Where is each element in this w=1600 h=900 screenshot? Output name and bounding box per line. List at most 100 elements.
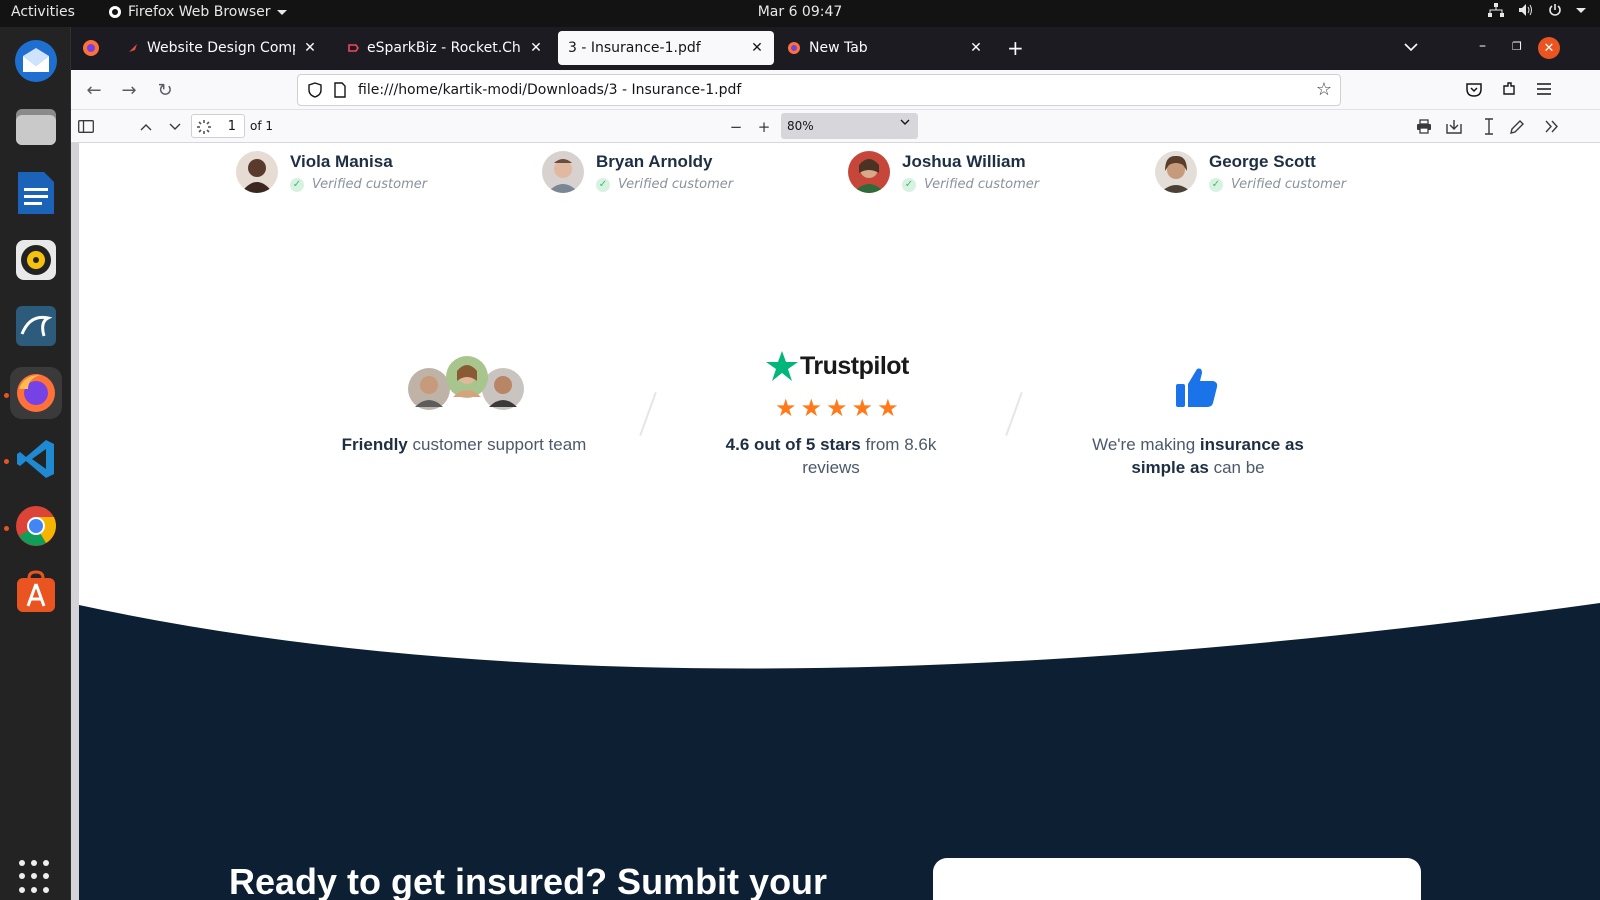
pdf-toolbar: 1 of 1 − + 80% bbox=[71, 110, 1600, 143]
star-icon: ★ bbox=[877, 394, 899, 422]
dock-chrome[interactable] bbox=[10, 500, 62, 552]
tab-website-design[interactable]: Website Design Company ✕ bbox=[117, 31, 327, 65]
close-tab-icon[interactable]: ✕ bbox=[303, 40, 317, 56]
customer-name: George Scott bbox=[1209, 152, 1316, 171]
activities-button[interactable]: Activities bbox=[11, 4, 75, 20]
trustpilot-wordmark: Trustpilot bbox=[800, 352, 909, 380]
power-icon bbox=[1549, 4, 1561, 16]
verified-label: Verified customer bbox=[618, 177, 734, 192]
cta-heading: Ready to get insured? Sumbit your bbox=[229, 861, 828, 900]
check-icon: ✓ bbox=[596, 177, 610, 192]
star-icon: ★ bbox=[851, 394, 874, 422]
verified-label: Verified customer bbox=[924, 177, 1040, 192]
avatar bbox=[848, 151, 890, 193]
rhythmbox-icon bbox=[16, 240, 56, 280]
firefox-view-icon[interactable] bbox=[82, 39, 100, 57]
navigation-toolbar: ← → ↻ file:///home/kartik-modi/Downloads… bbox=[71, 70, 1600, 110]
zoom-out-button[interactable]: − bbox=[725, 116, 747, 138]
reload-button[interactable]: ↻ bbox=[153, 78, 177, 102]
feature-support-text: customer support team bbox=[407, 435, 587, 454]
support-team-avatars bbox=[408, 356, 524, 410]
files-icon bbox=[16, 109, 56, 145]
volume-icon bbox=[1519, 4, 1532, 16]
window-close-button[interactable]: ✕ bbox=[1538, 37, 1560, 59]
writer-icon bbox=[18, 172, 54, 214]
shield-icon[interactable] bbox=[308, 82, 322, 98]
tab-label: Website Design Company bbox=[147, 40, 295, 56]
star-rating: ★ ★ ★ ★ ★ bbox=[775, 396, 899, 420]
extensions-icon[interactable] bbox=[1501, 81, 1517, 97]
sidebar-toggle-icon[interactable] bbox=[78, 120, 94, 133]
url-bar[interactable]: file:///home/kartik-modi/Downloads/3 - I… bbox=[297, 74, 1341, 106]
feature-simple-text: can be bbox=[1208, 458, 1265, 477]
software-center-icon bbox=[17, 570, 55, 612]
list-all-tabs-icon[interactable] bbox=[1404, 42, 1418, 52]
zoom-select[interactable]: 80% bbox=[781, 113, 918, 139]
feature-simple: We're making insurance as simple as can … bbox=[1073, 433, 1323, 479]
dock-mysql-workbench[interactable] bbox=[10, 300, 62, 352]
show-apps-button[interactable] bbox=[19, 860, 53, 894]
dock-thunderbird[interactable] bbox=[10, 35, 62, 87]
text-tool-icon[interactable] bbox=[1484, 118, 1494, 135]
minimize-button[interactable]: – bbox=[1479, 38, 1486, 54]
close-tab-icon[interactable]: ✕ bbox=[969, 40, 983, 56]
verified-badge: ✓ Verified customer bbox=[596, 177, 733, 192]
tab-label: New Tab bbox=[809, 40, 868, 56]
dock-rhythmbox[interactable] bbox=[10, 234, 62, 286]
navy-wave-background bbox=[79, 603, 1600, 900]
firefox-window: Website Design Company ✕ eSparkBiz - Roc… bbox=[71, 27, 1600, 900]
more-tools-icon[interactable] bbox=[1545, 120, 1559, 133]
tab-strip: Website Design Company ✕ eSparkBiz - Roc… bbox=[71, 27, 1600, 70]
zoom-in-button[interactable]: + bbox=[753, 116, 775, 138]
loading-spinner-icon bbox=[197, 120, 211, 134]
new-tab-button[interactable]: + bbox=[1007, 36, 1024, 60]
customer-name: Bryan Arnoldy bbox=[596, 152, 713, 171]
firefox-icon bbox=[17, 374, 55, 412]
tab-new-tab[interactable]: New Tab ✕ bbox=[777, 31, 993, 65]
save-icon[interactable] bbox=[1446, 119, 1462, 134]
feature-support: Friendly customer support team bbox=[339, 433, 589, 456]
tab-rocket-chat[interactable]: eSparkBiz - Rocket.Chat ✕ bbox=[337, 31, 553, 65]
verified-label: Verified customer bbox=[312, 177, 428, 192]
mysql-workbench-icon bbox=[16, 306, 56, 346]
system-tray[interactable] bbox=[1488, 3, 1586, 17]
hamburger-menu-icon[interactable] bbox=[1537, 83, 1551, 95]
system-top-bar: Activities Firefox Web Browser Mar 6 09:… bbox=[0, 0, 1600, 27]
maximize-button[interactable]: ❐ bbox=[1512, 40, 1522, 53]
avatar bbox=[236, 151, 278, 193]
chevron-down-icon bbox=[276, 9, 287, 15]
chevron-up-icon bbox=[140, 124, 152, 131]
verified-badge: ✓ Verified customer bbox=[902, 177, 1039, 192]
dock-writer[interactable] bbox=[10, 167, 62, 219]
clock[interactable]: Mar 6 09:47 bbox=[758, 4, 843, 20]
dock-software-center[interactable] bbox=[10, 566, 62, 618]
chevron-down-icon bbox=[1576, 7, 1586, 13]
tab-insurance-pdf[interactable]: 3 - Insurance-1.pdf ✕ bbox=[558, 31, 774, 65]
pocket-icon[interactable] bbox=[1466, 82, 1482, 97]
verified-label: Verified customer bbox=[1231, 177, 1347, 192]
running-indicator bbox=[4, 526, 9, 531]
url-text[interactable]: file:///home/kartik-modi/Downloads/3 - I… bbox=[358, 82, 741, 98]
draw-tool-icon[interactable] bbox=[1509, 119, 1525, 135]
previous-page-button[interactable] bbox=[135, 116, 157, 138]
site-favicon-icon bbox=[129, 44, 137, 52]
tab-label: 3 - Insurance-1.pdf bbox=[568, 40, 701, 56]
dock bbox=[0, 27, 71, 900]
customer-name: Joshua William bbox=[902, 152, 1026, 171]
print-icon[interactable] bbox=[1416, 119, 1432, 134]
dock-firefox[interactable] bbox=[10, 367, 62, 419]
app-menu[interactable]: Firefox Web Browser bbox=[108, 4, 287, 20]
zoom-value: 80% bbox=[787, 119, 814, 133]
back-button[interactable]: ← bbox=[82, 78, 106, 102]
forward-button[interactable]: → bbox=[117, 78, 141, 102]
close-tab-icon[interactable]: ✕ bbox=[529, 40, 543, 56]
avatar bbox=[1155, 151, 1197, 193]
bookmark-star-icon[interactable]: ☆ bbox=[1316, 79, 1332, 100]
next-page-button[interactable] bbox=[164, 116, 186, 138]
dock-files[interactable] bbox=[10, 101, 62, 153]
dock-vscode[interactable] bbox=[10, 433, 62, 485]
chevron-down-icon bbox=[900, 119, 910, 125]
close-tab-icon[interactable]: ✕ bbox=[750, 40, 764, 56]
trustpilot-star-icon bbox=[766, 351, 798, 381]
quote-form-card bbox=[933, 858, 1421, 900]
